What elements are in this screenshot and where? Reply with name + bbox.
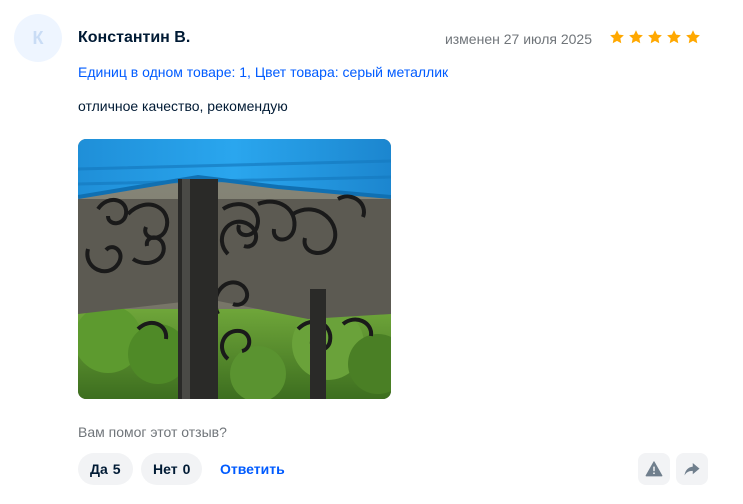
avatar[interactable]: К [14, 14, 62, 62]
vote-yes-button[interactable]: Да 5 [78, 453, 133, 485]
star-icon [667, 30, 681, 44]
report-button[interactable] [638, 453, 670, 485]
star-icon [629, 30, 643, 44]
share-button[interactable] [676, 453, 708, 485]
warning-icon [645, 461, 663, 477]
review-card: К Константин В. изменен 27 июля 2025 Еди… [0, 0, 743, 504]
star-icon [686, 30, 700, 44]
vote-no-button[interactable]: Нет 0 [141, 453, 203, 485]
product-variant-info: Единиц в одном товаре: 1, Цвет товара: с… [78, 64, 449, 80]
vote-yes-count: 5 [112, 461, 121, 477]
star-icon [648, 30, 662, 44]
helpful-question: Вам помог этот отзыв? [78, 424, 227, 440]
review-text: отличное качество, рекомендую [78, 98, 288, 114]
author-name[interactable]: Константин В. [78, 29, 190, 47]
review-date: изменен 27 июля 2025 [444, 31, 592, 47]
reply-link[interactable]: Ответить [220, 461, 285, 477]
rating-stars [609, 29, 701, 45]
vote-yes-label: Да [90, 461, 108, 477]
avatar-letter: К [32, 27, 44, 48]
star-icon [610, 30, 624, 44]
vote-no-label: Нет [153, 461, 178, 477]
review-photo[interactable] [78, 139, 391, 399]
gazebo-photo [78, 139, 391, 399]
share-arrow-icon [684, 463, 700, 476]
vote-no-count: 0 [182, 461, 191, 477]
